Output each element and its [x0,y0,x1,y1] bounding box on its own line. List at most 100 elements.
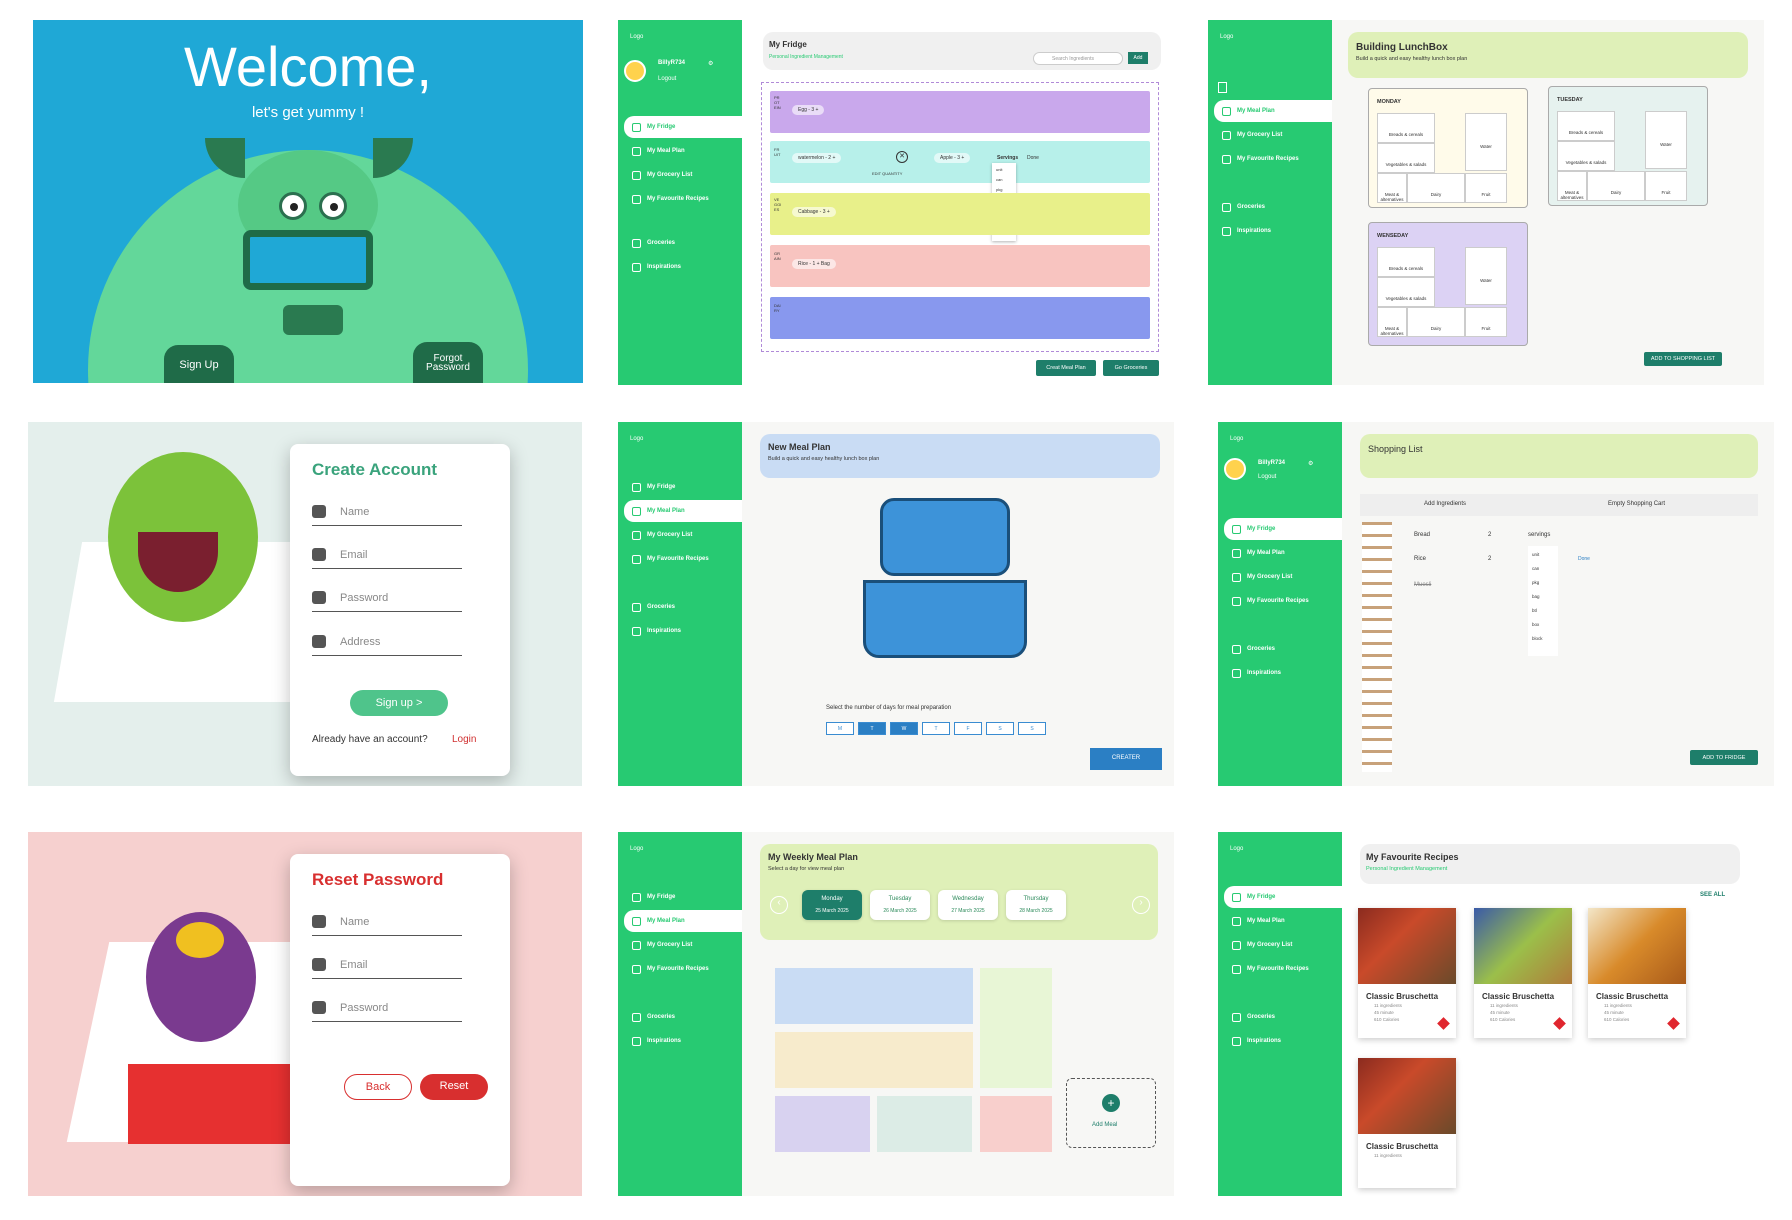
recipe-card[interactable]: Classic Bruschetta 11 ingredients 45 min… [1588,908,1686,1038]
meal-slot[interactable] [980,1096,1052,1152]
meal-slot[interactable] [877,1096,972,1152]
create-meal-plan-button[interactable]: Creat Meal Plan [1036,360,1096,376]
password-field[interactable]: Password [312,994,462,1022]
close-icon[interactable]: ✕ [896,151,908,163]
unit-option[interactable]: pkg [1532,580,1554,594]
sidebar-item-meal-plan[interactable]: My Meal Plan [624,500,742,522]
sidebar-item-meal-plan[interactable]: My Meal Plan [624,910,742,932]
day-toggle-w[interactable]: W [890,722,918,735]
gear-icon[interactable]: ⚙ [1308,460,1313,467]
sidebar-item-favourites[interactable]: My Favourite Recipes [624,188,742,210]
food-cell[interactable]: Breads & cereals [1377,113,1435,143]
sidebar-item-grocery-list[interactable]: My Grocery List [1224,934,1342,956]
email-field[interactable]: Email [312,541,462,569]
unit-option[interactable]: bag [1532,594,1554,608]
ingredient-pill[interactable]: watermelon - 2 + [792,153,842,163]
plus-icon[interactable]: + [1102,1094,1120,1112]
sidebar-item-my-fridge[interactable]: My Fridge [1224,886,1342,908]
recipe-card[interactable]: Classic Bruschetta 11 ingredients [1358,1058,1456,1188]
sidebar-item-groceries[interactable]: Groceries [624,596,742,618]
sidebar-item-inspirations[interactable]: Inspirations [624,256,742,278]
day-toggle-s2[interactable]: S [1018,722,1046,735]
sidebar-item-my-fridge[interactable]: My Fridge [624,476,742,498]
reset-button[interactable]: Reset [420,1074,488,1100]
login-link[interactable]: Login [452,734,476,745]
day-toggle-m[interactable]: M [826,722,854,735]
fridge-icon[interactable] [1218,82,1227,93]
meal-slot[interactable] [980,968,1052,1088]
qty-stepper[interactable]: 2 [1488,556,1491,562]
servings-label[interactable]: Servings [997,155,1018,161]
food-cell[interactable]: Vegetables & salads [1377,277,1435,307]
day-tab-monday[interactable]: Monday 25 March 2025 [802,890,862,920]
logout-link[interactable]: Logout [1258,474,1276,480]
name-field[interactable]: Name [312,498,462,526]
add-button[interactable]: Add [1128,52,1148,64]
go-groceries-button[interactable]: Go Groceries [1103,360,1159,376]
email-field[interactable]: Email [312,951,462,979]
sidebar-item-grocery-list[interactable]: My Grocery List [624,164,742,186]
sidebar-item-my-fridge[interactable]: My Fridge [624,886,742,908]
unit-option[interactable]: unit [996,167,1012,177]
sidebar-item-meal-plan[interactable]: My Meal Plan [624,140,742,162]
sidebar-item-inspirations[interactable]: Inspirations [1224,1030,1342,1052]
empty-cart-button[interactable]: Empty Shopping Cart [1608,501,1665,507]
avatar[interactable] [624,60,646,82]
done-button[interactable]: Done [1027,155,1039,161]
sidebar-item-meal-plan[interactable]: My Meal Plan [1224,542,1342,564]
food-cell[interactable]: Meat & alternatives [1557,171,1587,201]
sidebar-item-groceries[interactable]: Groceries [624,232,742,254]
ingredient-pill[interactable]: Cabbage - 3 + [792,207,836,217]
address-field[interactable]: Address [312,628,462,656]
prev-arrow-icon[interactable]: ‹ [770,896,788,914]
day-tab-thursday[interactable]: Thursday 28 March 2025 [1006,890,1066,920]
ingredient-pill[interactable]: Egg - 3 + [792,105,825,115]
unit-option[interactable]: block [1532,636,1554,650]
sidebar-item-inspirations[interactable]: Inspirations [624,1030,742,1052]
sidebar-item-meal-plan[interactable]: My Meal Plan [1224,910,1342,932]
creater-button[interactable]: CREATER [1090,748,1162,770]
sidebar-item-favourites[interactable]: My Favourite Recipes [1214,148,1332,170]
avatar[interactable] [1224,458,1246,480]
day-tab-wednesday[interactable]: Wednesday 27 March 2025 [938,890,998,920]
food-cell[interactable]: Water [1465,247,1507,305]
search-input[interactable]: Search Ingredients [1033,52,1123,65]
qty-stepper[interactable]: 2 [1488,532,1491,538]
sidebar-item-meal-plan[interactable]: My Meal Plan [1214,100,1332,122]
sidebar-item-my-fridge[interactable]: My Fridge [1224,518,1342,540]
recipe-card[interactable]: Classic Bruschetta 11 ingredients 45 min… [1474,908,1572,1038]
food-cell[interactable]: Water [1465,113,1507,171]
sidebar-item-inspirations[interactable]: Inspirations [624,620,742,642]
sidebar-item-inspirations[interactable]: Inspirations [1214,220,1332,242]
food-cell[interactable]: Vegetables & salads [1557,141,1615,171]
food-cell[interactable]: Meat & alternatives [1377,173,1407,203]
add-meal-card[interactable] [1066,1078,1156,1148]
sidebar-item-groceries[interactable]: Groceries [1224,638,1342,660]
logout-link[interactable]: Logout [658,76,676,82]
gear-icon[interactable]: ⚙ [708,60,713,67]
food-cell[interactable]: Dairy [1587,171,1645,201]
food-cell[interactable]: Dairy [1407,173,1465,203]
next-arrow-icon[interactable]: › [1132,896,1150,914]
sidebar-item-grocery-list[interactable]: My Grocery List [1214,124,1332,146]
sidebar-item-favourites[interactable]: My Favourite Recipes [1224,590,1342,612]
sidebar-item-groceries[interactable]: Groceries [624,1006,742,1028]
unit-option[interactable]: btl [1532,608,1554,622]
sidebar-item-my-fridge[interactable]: My Fridge [624,116,742,138]
back-button[interactable]: Back [344,1074,412,1100]
sidebar-item-favourites[interactable]: My Favourite Recipes [624,548,742,570]
sidebar-item-favourites[interactable]: My Favourite Recipes [1224,958,1342,980]
sidebar-item-groceries[interactable]: Groceries [1214,196,1332,218]
see-all-link[interactable]: SEE ALL [1700,892,1725,898]
unit-dropdown[interactable]: unit can pkg bag btl box block [1528,546,1558,656]
forgot-password-button[interactable]: Forgot Password [413,342,483,383]
unit-option[interactable]: can [1532,566,1554,580]
food-cell[interactable]: Fruit [1645,171,1687,201]
meal-slot[interactable] [775,968,973,1024]
unit-option[interactable]: box [1532,622,1554,636]
recipe-card[interactable]: Classic Bruschetta 11 ingredients 45 min… [1358,908,1456,1038]
done-button[interactable]: Done [1578,556,1590,562]
unit-option[interactable]: unit [1532,552,1554,566]
sidebar-item-favourites[interactable]: My Favourite Recipes [624,958,742,980]
name-field[interactable]: Name [312,908,462,936]
